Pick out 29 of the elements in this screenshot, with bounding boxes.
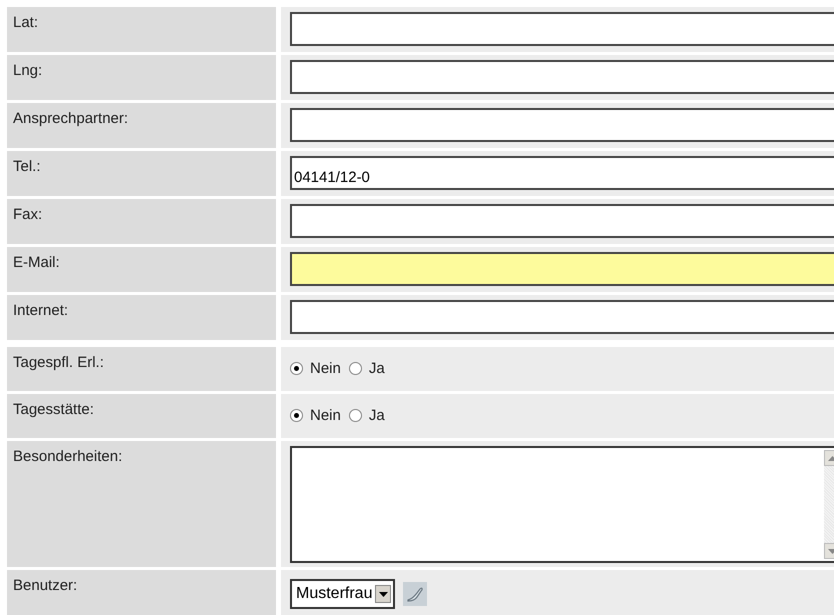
field-label: Tel.: — [7, 151, 276, 196]
text-field[interactable] — [290, 12, 834, 46]
text-field[interactable] — [290, 108, 834, 142]
text-field[interactable] — [290, 300, 834, 334]
field-label: Besonderheiten: — [7, 441, 276, 567]
text-area[interactable] — [290, 446, 834, 563]
text-field[interactable]: 04141/12-0 — [290, 156, 834, 190]
field-label: Ansprechpartner: — [7, 103, 276, 148]
text-field[interactable] — [290, 204, 834, 238]
radio-button[interactable] — [348, 408, 362, 422]
field-label: Lng: — [7, 55, 276, 100]
radio-button[interactable] — [290, 408, 303, 422]
field-label: Tagespfl. Erl.: — [7, 347, 276, 391]
field-label: Lat: — [7, 7, 276, 52]
field-label: Tagesstätte: — [7, 394, 276, 438]
text-field[interactable] — [290, 60, 834, 94]
field-label: E-Mail: — [7, 247, 276, 292]
radio-button[interactable] — [348, 362, 362, 374]
user-dropdown[interactable]: Musterfrau — [290, 579, 396, 609]
radio-button[interactable] — [290, 362, 303, 374]
radio-label[interactable]: Nein — [310, 406, 341, 424]
field-label: Internet: — [7, 295, 276, 340]
radio-label[interactable]: Ja — [368, 360, 385, 376]
pen-icon[interactable] — [403, 582, 428, 606]
radio-label[interactable]: Ja — [368, 406, 385, 424]
radio-label[interactable]: Nein — [310, 360, 341, 376]
field-label: Benutzer: — [7, 570, 276, 615]
field-label: Fax: — [7, 199, 276, 244]
text-field[interactable] — [290, 252, 834, 286]
